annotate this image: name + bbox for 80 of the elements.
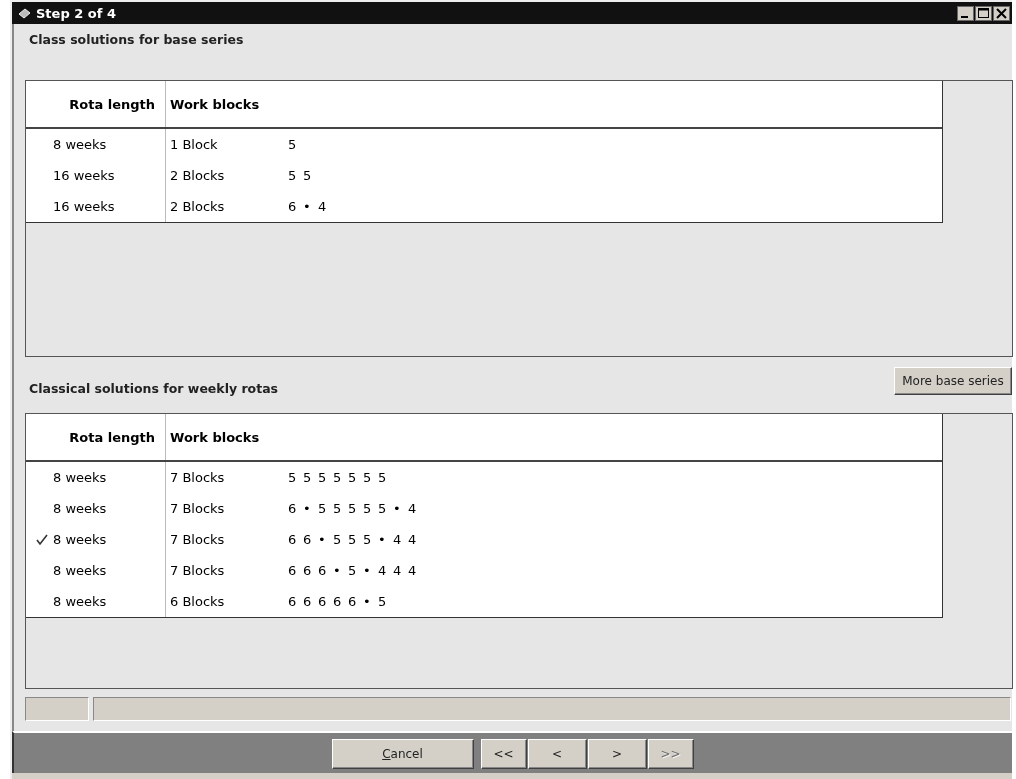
sequence-item: 4 xyxy=(408,532,418,547)
window-title: Step 2 of 4 xyxy=(36,5,116,21)
sequence-item: 6 xyxy=(303,563,313,578)
sequence-item: 5 xyxy=(333,501,343,516)
table-cell: 8 weeks xyxy=(53,532,107,547)
sequence-item: 6 xyxy=(333,594,343,609)
sequence-item: 5 xyxy=(348,501,358,516)
table-cell: 8 weeks xyxy=(53,594,107,609)
table-cell-text: 7 Blocks xyxy=(169,532,226,547)
sequence-item: 4 xyxy=(393,532,403,547)
close-icon[interactable] xyxy=(993,5,1010,21)
app-icon xyxy=(18,7,31,19)
table-cell: 8 weeks xyxy=(53,137,107,152)
sequence-item: 5 xyxy=(333,470,343,485)
column-header: Rota length xyxy=(69,429,155,445)
section-title: Classical solutions for weekly rotas xyxy=(28,381,279,396)
sequence-item: 5 xyxy=(348,470,358,485)
sequence-item: • xyxy=(333,563,342,578)
sequence-item: 6 xyxy=(318,594,328,609)
sequence-item: 5 xyxy=(303,470,313,485)
sequence-item: 4 xyxy=(408,501,418,516)
table-cell: 8 weeks xyxy=(53,470,107,485)
sequence-item: 4 xyxy=(378,563,388,578)
sequence-item: • xyxy=(303,199,312,214)
cancel-button[interactable]: Cancel xyxy=(331,739,474,769)
nav-button[interactable]: << xyxy=(480,739,527,769)
sequence-item: • xyxy=(318,532,327,547)
sequence-item: 5 xyxy=(303,168,313,183)
status-field xyxy=(25,697,89,721)
sequence-item: 6 xyxy=(288,501,298,516)
sequence-item: 5 xyxy=(363,501,373,516)
sequence-item: 5 xyxy=(333,532,343,547)
sequence-item: 4 xyxy=(408,563,418,578)
sequence-item: 6 xyxy=(303,594,313,609)
table-cell: 8 weeks xyxy=(53,501,107,516)
nav-button[interactable]: < xyxy=(527,739,587,769)
sequence-item: 6 xyxy=(288,199,298,214)
table-cell-text: 2 Blocks xyxy=(169,199,226,214)
sequence-item: 6 xyxy=(288,563,298,578)
sequence-item: 4 xyxy=(318,199,328,214)
table-cell: 16 weeks xyxy=(53,199,115,214)
column-header: Work blocks xyxy=(169,96,261,112)
sequence-item: 6 xyxy=(303,532,313,547)
sequence-item: 5 xyxy=(348,532,358,547)
sequence-item: • xyxy=(378,532,387,547)
sequence-item: • xyxy=(363,594,372,609)
sequence-item: 6 xyxy=(288,594,298,609)
sequence-item: 6 xyxy=(318,563,328,578)
table-cell-text: 1 Block xyxy=(169,137,219,152)
table-cell-text: 7 Blocks xyxy=(169,470,226,485)
table-cell-text: 7 Blocks xyxy=(169,501,226,516)
sequence-item: 5 xyxy=(378,470,388,485)
sequence-item: • xyxy=(363,563,372,578)
sequence-item: • xyxy=(303,501,312,516)
sequence-item: 5 xyxy=(318,470,328,485)
table-cell-text: 2 Blocks xyxy=(169,168,226,183)
sequence-item: 5 xyxy=(363,532,373,547)
sequence-item: • xyxy=(393,501,402,516)
column-header: Rota length xyxy=(69,96,155,112)
minimize-icon[interactable] xyxy=(957,5,974,21)
column-header: Work blocks xyxy=(169,429,261,445)
sequence-item: 5 xyxy=(348,563,358,578)
sequence-item: 5 xyxy=(318,501,328,516)
section-title: Class solutions for base series xyxy=(28,32,245,49)
maximize-icon[interactable] xyxy=(975,5,992,21)
sequence-item: 6 xyxy=(348,594,358,609)
sequence-item: 5 xyxy=(288,470,298,485)
sequence-item: 5 xyxy=(378,594,388,609)
sequence-item: 6 xyxy=(288,532,298,547)
table-cell-text: 6 Blocks xyxy=(169,594,226,609)
nav-button[interactable]: > xyxy=(587,739,647,769)
sequence-item: 5 xyxy=(363,470,373,485)
table-cell: 8 weeks xyxy=(53,563,107,578)
table-cell-text: 7 Blocks xyxy=(169,563,226,578)
sequence-item: 5 xyxy=(288,168,298,183)
table-cell: 16 weeks xyxy=(53,168,115,183)
more-base-series-button[interactable]: More base series xyxy=(894,367,1012,395)
sequence-item: 5 xyxy=(288,137,298,152)
sequence-item: 5 xyxy=(378,501,388,516)
sequence-item: 4 xyxy=(393,563,403,578)
